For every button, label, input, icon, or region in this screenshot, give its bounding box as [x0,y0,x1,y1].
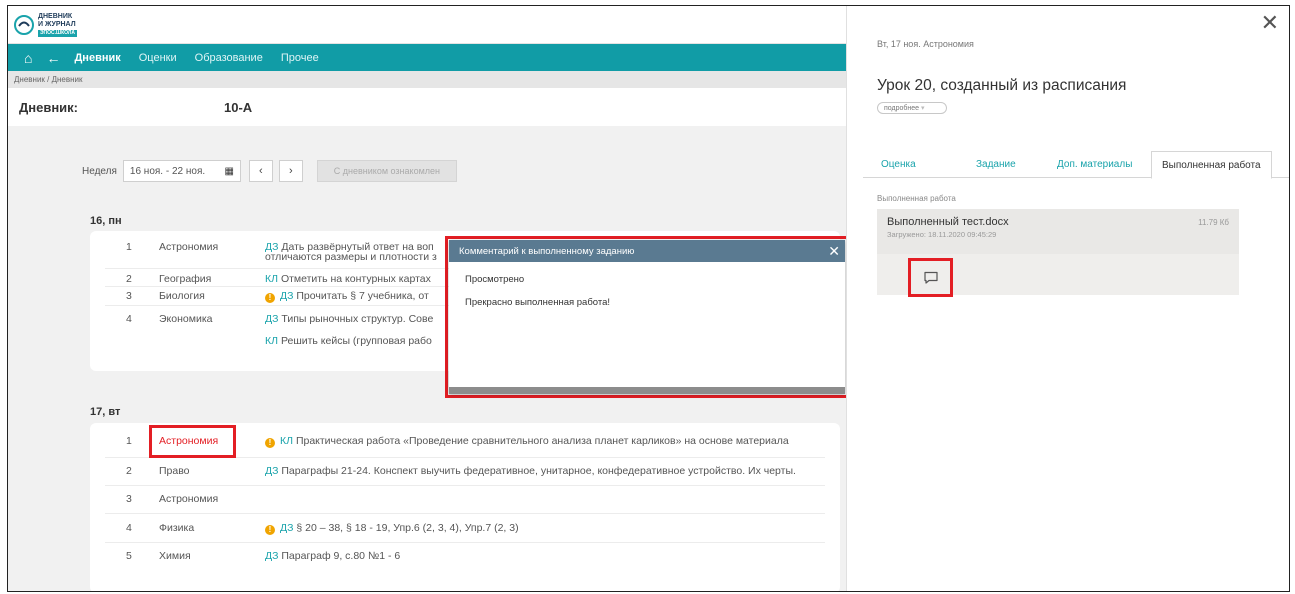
file-upload-date: Загружено: 18.11.2020 09:45:29 [887,230,997,239]
page-title: Дневник: [19,99,79,115]
lesson-tabs: Оценка Задание Доп. материалы Выполненна… [863,151,1289,179]
lesson-number: 1 [126,241,132,253]
lesson-subject[interactable]: География [159,273,211,285]
diary-app: ДНЕВНИК И ЖУРНАЛ ЭПОС.ШКОЛА ⌂ ← Дневник … [8,6,849,591]
modal-footer [449,387,845,394]
lesson-task[interactable]: ДЗ Типы рыночных структур. Сове [265,313,433,325]
logo-bar: ДНЕВНИК И ЖУРНАЛ ЭПОС.ШКОЛА [8,6,846,44]
chevron-down-icon: ▾ [921,105,925,112]
lesson-task[interactable]: ! ДЗ Прочитать § 7 учебника, от [265,290,429,303]
nav-item-diary[interactable]: Дневник [74,52,120,64]
lesson-task[interactable]: ДЗ Параграфы 21-24. Конспект выучить фед… [265,465,796,477]
task-type: КЛ [265,335,279,347]
task-type: КЛ [280,435,294,447]
logo-text: ДНЕВНИК И ЖУРНАЛ ЭПОС.ШКОЛА [38,12,77,37]
task-text: Решить кейсы (групповая рабо [280,335,432,347]
comment-button[interactable] [908,258,953,297]
task-type: ДЗ [265,550,279,562]
task-type: ДЗ [265,313,279,325]
day-label: 16, пн [90,215,122,227]
calendar-icon: ▦ [224,165,234,177]
task-type: ДЗ [280,290,294,302]
more-toggle[interactable]: подробнее ▾ [877,102,947,114]
task-text: Параграф 9, с.80 №1 - 6 [281,550,401,562]
tab-task[interactable]: Задание [976,159,1016,170]
task-text: Отметить на контурных картах [280,273,431,285]
task-type: КЛ [265,273,279,285]
task-text-cont: отличаются размеры и плотности з [265,251,437,263]
nav-item-education[interactable]: Образование [195,52,263,64]
file-size: 11.79 Кб [1198,218,1229,227]
task-text: Параграфы 21-24. Конспект выучить федера… [281,465,796,477]
tab-completed-work[interactable]: Выполненная работа [1151,151,1272,179]
lesson-task[interactable]: ! ДЗ § 20 – 38, § 18 - 19, Упр.6 (2, 3, 4… [265,522,519,535]
warning-icon: ! [265,438,275,448]
submitted-file: Выполненный тест.docx Загружено: 18.11.2… [877,209,1239,297]
lesson-number: 4 [126,522,132,534]
task-text: Типы рыночных структур. Сове [281,313,434,325]
task-text: Практическая работа «Проведение сравните… [295,435,789,447]
lesson-subject[interactable]: Астрономия [159,241,218,253]
section-label: Выполненная работа [877,194,956,203]
comment-text: Прекрасно выполненная работа! [465,297,611,308]
file-row[interactable]: Выполненный тест.docx Загружено: 18.11.2… [877,209,1239,254]
task-text: Прочитать § 7 учебника, от [296,290,429,302]
lesson-task[interactable]: КЛ Отметить на контурных картах [265,273,431,285]
modal-body: Просмотрено Прекрасно выполненная работа… [449,262,845,320]
lesson-date: Вт, 17 ноя. Астрономия [877,39,974,49]
lesson-subject[interactable]: Астрономия [159,493,218,505]
file-name[interactable]: Выполненный тест.docx [887,216,1009,228]
lesson-task[interactable]: КЛ Решить кейсы (групповая рабо [265,335,432,347]
tab-materials[interactable]: Доп. материалы [1057,159,1132,170]
comment-icon [923,271,938,284]
task-type: ДЗ [280,522,294,534]
home-icon[interactable]: ⌂ [24,50,32,66]
task-type: ДЗ [265,465,279,477]
week-label: Неделя [82,165,117,177]
lesson-number: 3 [126,290,132,302]
day-label: 17, вт [90,406,121,418]
acknowledge-diary-button[interactable]: С дневником ознакомлен [316,160,457,182]
lesson-subject[interactable]: Право [159,465,190,477]
breadcrumb: Дневник / Дневник [8,71,846,88]
logo-icon [14,14,34,35]
close-icon[interactable]: ✕ [828,243,840,260]
modal-title: Комментарий к выполненному заданию [459,245,635,257]
comment-status: Просмотрено [465,274,525,285]
week-date-picker[interactable]: 16 ноя. - 22 ноя. ▦ [122,160,241,182]
subject-highlight [149,425,236,458]
lesson-title: Урок 20, созданный из расписания [877,77,1127,94]
lesson-number: 2 [126,273,132,285]
next-week-button[interactable]: › [278,160,303,182]
lesson-number: 4 [126,313,132,325]
week-selector: Неделя 16 ноя. - 22 ноя. ▦ ‹ › С дневник… [82,160,457,182]
class-name: 10-А [224,99,253,115]
lesson-task[interactable]: ! КЛ Практическая работа «Проведение срав… [265,435,789,448]
lesson-number: 2 [126,465,132,477]
tab-grade[interactable]: Оценка [881,159,916,170]
prev-week-button[interactable]: ‹ [248,160,273,182]
lesson-subject[interactable]: Биология [159,290,205,302]
nav-item-grades[interactable]: Оценки [139,52,177,64]
lesson-number: 3 [126,493,132,505]
nav-item-other[interactable]: Прочее [281,52,319,64]
lesson-subject[interactable]: Химия [159,550,191,562]
modal-header: Комментарий к выполненному заданию ✕ [449,240,845,262]
lesson-number: 5 [126,550,132,562]
week-range: 16 ноя. - 22 ноя. [129,165,206,177]
comment-modal: Комментарий к выполненному заданию ✕ Про… [449,240,845,394]
page-header: Дневник: 10-А [8,88,846,126]
warning-icon: ! [265,293,275,303]
back-arrow-icon[interactable]: ← [46,50,60,66]
warning-icon: ! [265,525,275,535]
lesson-subject[interactable]: Физика [159,522,194,534]
screenshot-frame: ДНЕВНИК И ЖУРНАЛ ЭПОС.ШКОЛА ⌂ ← Дневник … [7,5,1290,592]
lesson-subject[interactable]: Экономика [159,313,212,325]
close-icon[interactable]: ✕ [1261,10,1279,36]
task-text: § 20 – 38, § 18 - 19, Упр.6 (2, 3, 4), У… [296,522,519,534]
lesson-number: 1 [126,435,132,447]
main-nav: ⌂ ← Дневник Оценки Образование Прочее [8,44,846,71]
lesson-task[interactable]: ДЗ Параграф 9, с.80 №1 - 6 [265,550,400,562]
lesson-panel: ✕ Вт, 17 ноя. Астрономия Урок 20, создан… [846,6,1289,591]
